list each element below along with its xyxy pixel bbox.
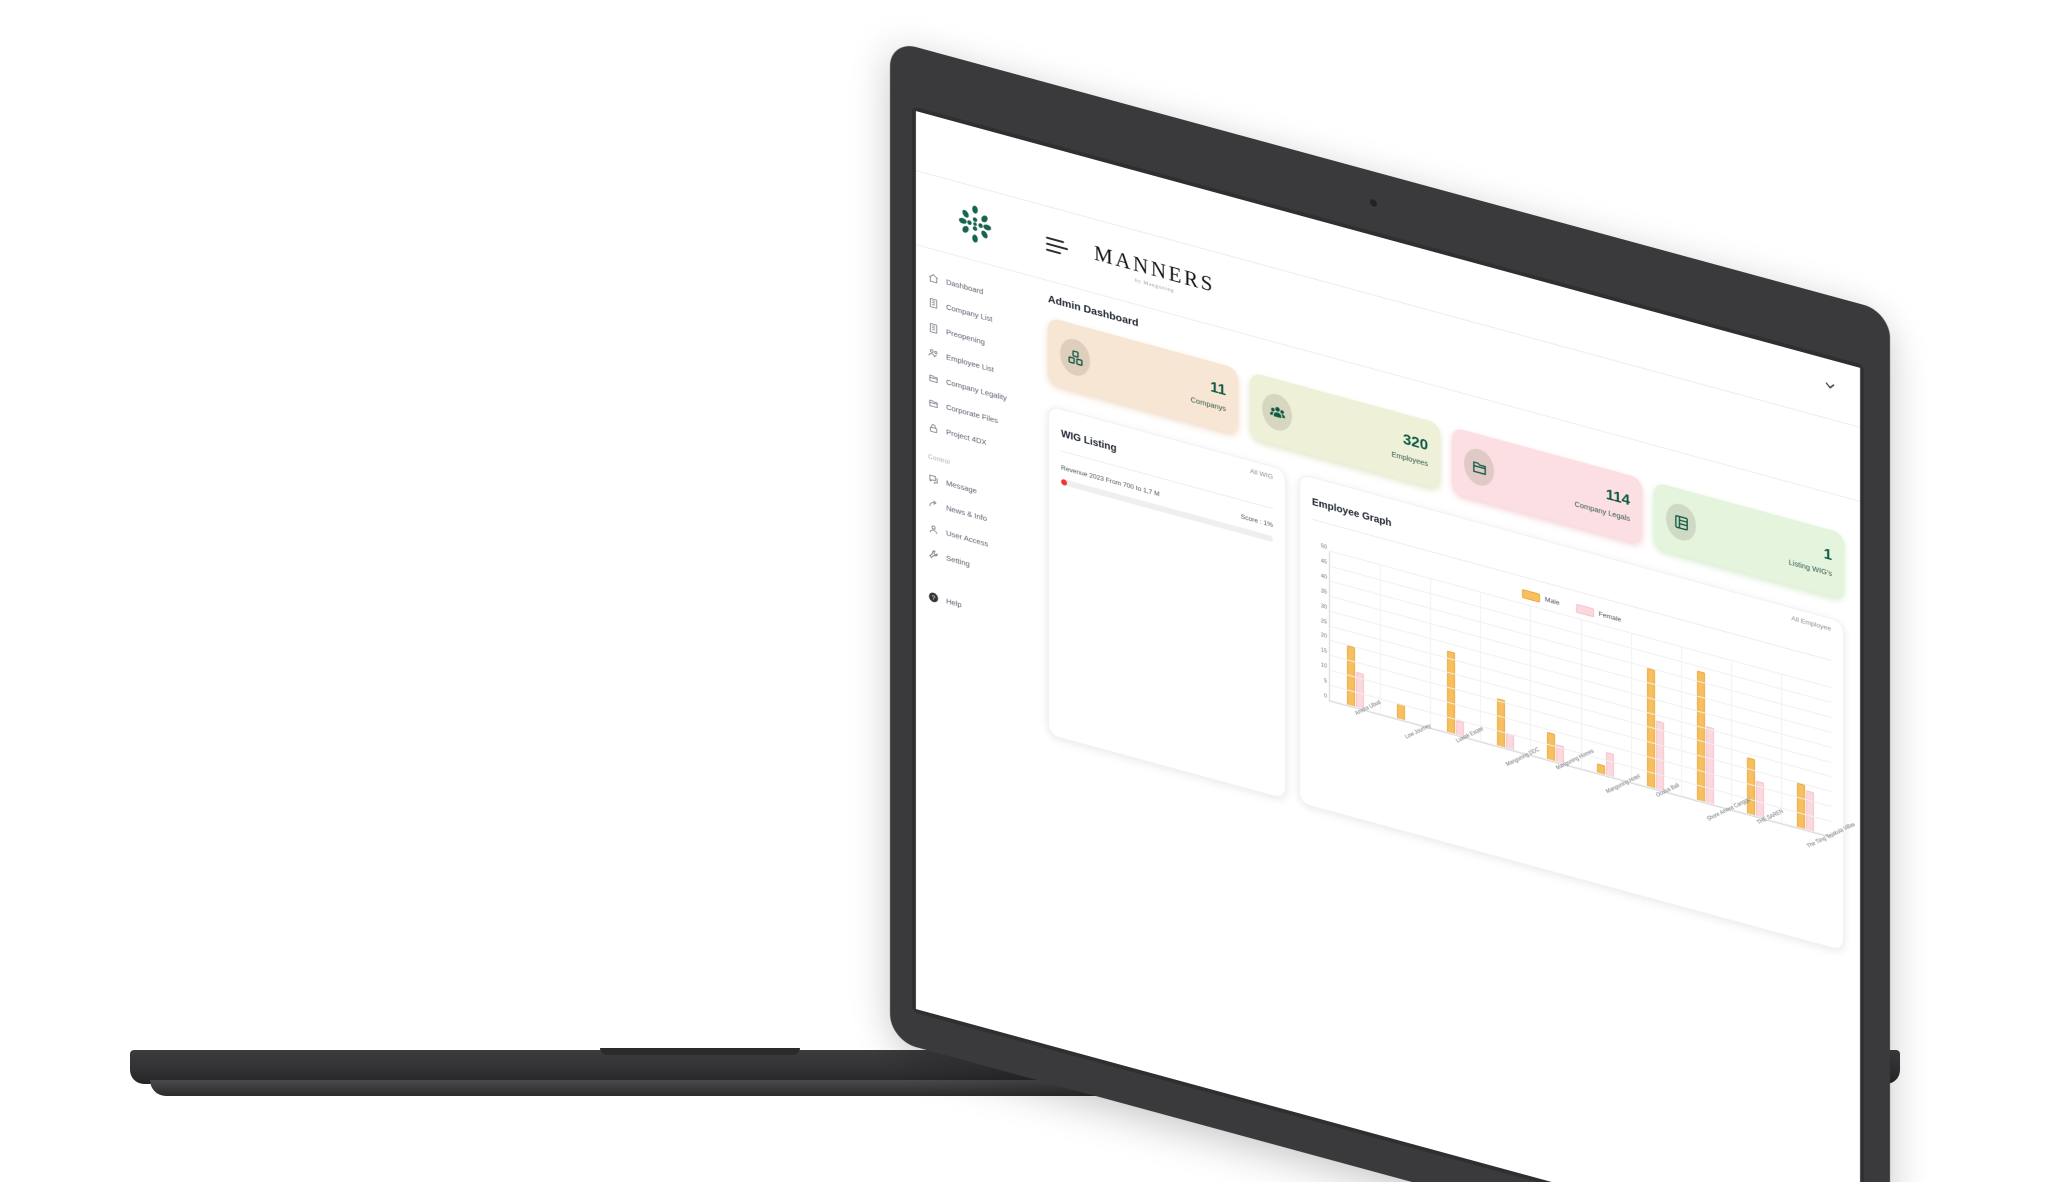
stat-card-meta: 114 Company Legals [1504, 459, 1630, 523]
chat-icon [929, 474, 938, 484]
bar-male[interactable] [1496, 698, 1505, 749]
gridline-vertical [1430, 578, 1432, 729]
laptop-screen: MANNERS by Manguning Dashboard Company L… [916, 111, 1860, 1182]
brand: MANNERS by Manguning [1094, 240, 1215, 305]
y-axis-tick: 10 [1320, 662, 1327, 671]
wig-item-header: Revenue 2023 From 700 to 1,7 M Score : 1… [1061, 465, 1273, 530]
bar-female[interactable] [1706, 725, 1715, 806]
help-circle-icon: ? [928, 592, 939, 602]
user-icon [929, 525, 938, 534]
bar-female[interactable] [1806, 790, 1815, 833]
gridline-vertical [1580, 619, 1582, 770]
y-axis-tick: 35 [1320, 587, 1327, 596]
sidebar-item-label: Help [946, 596, 962, 610]
sidebar-item-label: Setting [946, 553, 970, 569]
app-window: MANNERS by Manguning Dashboard Company L… [916, 111, 1860, 1182]
sidebar-item-label: Project 4DX [946, 427, 987, 448]
legend-swatch [1575, 603, 1594, 618]
legend-label: Female [1598, 610, 1622, 624]
bar-female[interactable] [1606, 751, 1615, 778]
share-icon [929, 500, 937, 507]
screenshot-stage: MANNERS by Manguning Dashboard Company L… [0, 0, 2048, 1182]
gridline-vertical [1680, 647, 1682, 797]
folder-icon [1472, 460, 1486, 475]
y-axis-tick: 25 [1320, 617, 1327, 626]
sidebar-item-label: Message [946, 478, 977, 496]
y-axis-tick: 5 [1323, 678, 1327, 685]
laptop-device: MANNERS by Manguning Dashboard Company L… [130, 40, 1900, 1182]
wig-progress-fill [1061, 478, 1068, 487]
stat-card-meta: 1 Listing WIG's [1706, 514, 1832, 579]
gridline-vertical [1480, 592, 1482, 742]
building-list-icon [929, 323, 938, 334]
boxes-icon [1067, 349, 1083, 366]
lock-icon [929, 424, 938, 434]
home-icon [929, 274, 938, 284]
people-icon [928, 349, 938, 358]
stat-card-icon-wrap [1262, 390, 1292, 435]
y-axis-tick: 0 [1323, 693, 1327, 700]
employee-bar-chart: 0 5 10 15 20 25 30 35 40 45 50 Amora Ubud Low Journ… [1312, 543, 1857, 868]
x-axis-tick: Manguning Homes [1530, 748, 1595, 800]
hamburger-menu-icon[interactable] [1046, 235, 1068, 256]
gridline-vertical [1730, 660, 1732, 810]
bar-male[interactable] [1446, 650, 1455, 735]
brand-name: MANNERS [1094, 239, 1215, 297]
stat-card-meta: 320 Employees [1302, 404, 1428, 468]
sidebar: Dashboard Company List Preopening Employ… [916, 245, 1034, 1042]
gridline-vertical [1780, 674, 1782, 824]
y-axis-tick: 40 [1320, 572, 1327, 581]
laptop-base-notch [600, 1048, 800, 1055]
wig-listing-panel: All WIG WIG Listing Revenue 2023 From 70… [1048, 404, 1286, 800]
stat-card-icon-wrap [1464, 445, 1494, 490]
laptop-lid: MANNERS by Manguning Dashboard Company L… [890, 40, 1890, 1182]
gridline-vertical [1530, 606, 1532, 756]
stat-card-icon-wrap [1666, 500, 1696, 545]
legend-swatch [1521, 588, 1540, 603]
wig-item-score: Score : 1% [1240, 513, 1273, 530]
folder-icon [929, 374, 938, 384]
sidebar-item-label: User Access [946, 528, 989, 549]
screen-content: MANNERS by Manguning Dashboard Company L… [916, 111, 1860, 1182]
webcam [1370, 198, 1377, 208]
svg-text:?: ? [932, 594, 936, 602]
y-axis-tick: 30 [1320, 602, 1327, 611]
stat-card-icon-wrap [1060, 335, 1090, 380]
stat-card-meta: 11 Companys [1100, 349, 1226, 414]
wrench-icon [929, 550, 938, 558]
bar-male[interactable] [1797, 783, 1806, 830]
folder-icon [929, 399, 938, 409]
group-icon [1269, 406, 1285, 418]
sidebar-item-label: Dashboard [946, 277, 984, 297]
table-icon [1674, 514, 1688, 530]
manners-rosette-logo [958, 205, 992, 243]
chevron-down-icon[interactable] [1822, 376, 1838, 396]
x-axis-tick: THE SAREN [1731, 808, 1785, 855]
sidebar-item-label: Preopening [946, 327, 985, 347]
all-wig-link[interactable]: All WIG [1250, 468, 1273, 481]
bar-male[interactable] [1747, 757, 1756, 817]
bar-male[interactable] [1697, 670, 1706, 803]
building-list-icon [929, 298, 938, 309]
wig-list-item[interactable]: Revenue 2023 From 700 to 1,7 M Score : 1… [1061, 465, 1273, 543]
x-axis-tick: Amora Ubud [1329, 699, 1382, 745]
legend-label: Male [1544, 596, 1560, 608]
gridline-vertical [1380, 565, 1382, 715]
y-axis-tick: 20 [1320, 632, 1327, 641]
sidebar-item-label: News & Info [946, 503, 987, 524]
y-axis-tick: 45 [1320, 558, 1327, 566]
x-axis-tick: Oculus Bali [1630, 782, 1681, 827]
y-axis-tick: 15 [1320, 647, 1327, 656]
x-axis-tick: Luwak Estate [1429, 726, 1485, 773]
gridline-vertical [1630, 633, 1632, 783]
